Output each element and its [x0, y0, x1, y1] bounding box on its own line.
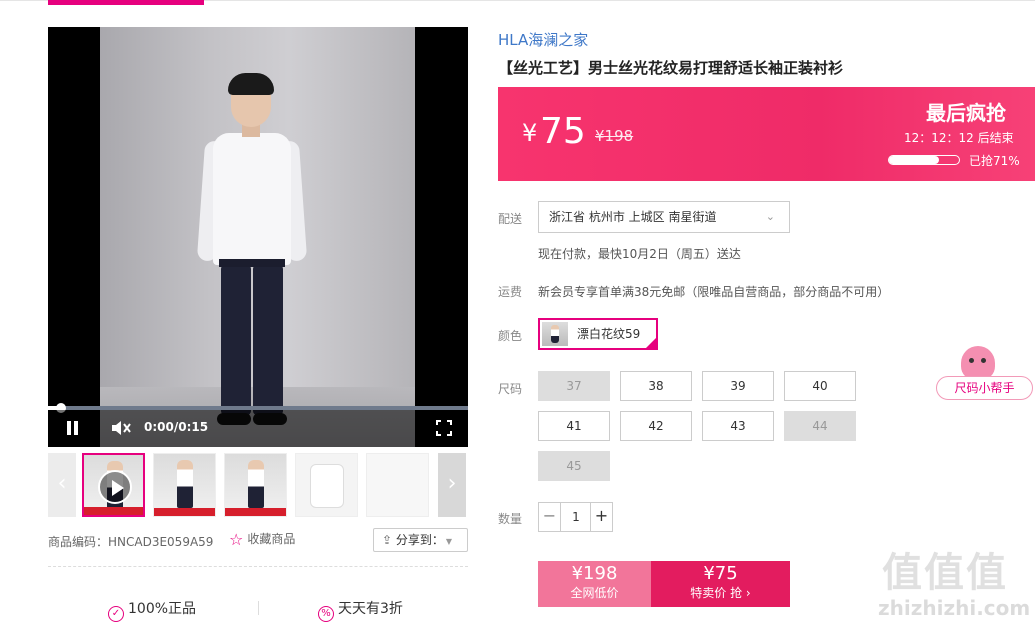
decrement-button[interactable]: − — [539, 503, 561, 531]
size-option-43[interactable]: 43 — [702, 411, 774, 441]
video-time: 0:00/0:15 — [144, 420, 209, 434]
size-option-44: 44 — [784, 411, 856, 441]
address-value: 浙江省 杭州市 上城区 南星街道 — [549, 210, 717, 224]
thumbnail-video[interactable] — [82, 453, 145, 517]
size-option-42[interactable]: 42 — [620, 411, 692, 441]
mascot-icon — [961, 346, 995, 380]
chevron-down-icon: ⌄ — [765, 210, 775, 223]
share-icon: ⇪ — [382, 533, 393, 547]
product-code: 商品编码：HNCAD3E059A59 — [48, 535, 214, 549]
favorite-label: 收藏商品 — [247, 532, 296, 546]
size-label: 尺码 — [498, 382, 523, 396]
size-option-38[interactable]: 38 — [620, 371, 692, 401]
thumbnail-image[interactable] — [153, 453, 216, 517]
quantity-value[interactable]: 1 — [562, 503, 590, 531]
brand-link[interactable]: HLA海澜之家 — [498, 29, 588, 50]
delivery-label: 配送 — [498, 212, 523, 226]
thumbnail-image[interactable] — [224, 453, 287, 517]
product-title: 【丝光工艺】男士丝光花纹易打理舒适长袖正装衬衫 — [498, 59, 844, 77]
delivery-eta: 现在付款，最快10月2日（周五）送达 — [538, 247, 741, 261]
sold-progress-fill — [889, 156, 939, 164]
shipping-label: 运费 — [498, 285, 523, 299]
star-icon: ☆ — [229, 530, 244, 549]
discount-icon: % — [318, 606, 334, 622]
color-swatch — [542, 322, 568, 346]
sale-price-label: 特卖价 抢 › — [690, 586, 751, 600]
color-name: 漂白花纹59 — [577, 327, 641, 341]
countdown-timer: 12：12：12 后结束 — [904, 131, 1014, 145]
size-option-41[interactable]: 41 — [538, 411, 610, 441]
market-price-button[interactable]: ¥198 全网低价 — [538, 561, 651, 607]
buy-now-button[interactable]: ¥75 特卖价 抢 › — [651, 561, 790, 607]
divider — [48, 566, 468, 567]
shipping-info: 新会员专享首单满38元免邮（限唯品自营商品，部分商品不可用） — [538, 285, 890, 299]
play-icon — [98, 470, 132, 504]
pause-icon[interactable] — [66, 421, 80, 435]
size-option-40[interactable]: 40 — [784, 371, 856, 401]
chevron-right-icon[interactable]: › — [438, 453, 466, 517]
share-label: 分享到： — [395, 533, 444, 547]
thumbnail-strip: ‹ › — [48, 453, 468, 519]
guarantee-label: 100%正品 — [128, 601, 197, 617]
price-banner: ¥ 75 ¥198 最后疯抢 12：12：12 后结束 已抢71% — [498, 87, 1035, 181]
color-label: 颜色 — [498, 329, 523, 343]
original-price: ¥198 — [595, 127, 634, 145]
market-price-label: 全网低价 — [570, 586, 619, 600]
address-select[interactable]: 浙江省 杭州市 上城区 南星街道 ⌄ — [538, 201, 790, 233]
market-price: ¥198 — [571, 563, 618, 584]
checkmark-icon — [644, 336, 658, 350]
favorite-button[interactable]: ☆ 收藏商品 — [229, 530, 295, 549]
increment-button[interactable]: + — [590, 503, 612, 531]
quantity-stepper: − 1 + — [538, 502, 613, 532]
guarantee-discount: % 天天有3折 — [318, 598, 403, 622]
watermark-logo: 值值值 — [882, 550, 1008, 596]
chevron-left-icon[interactable]: ‹ — [48, 453, 76, 517]
flash-sale-title: 最后疯抢 — [926, 101, 1006, 125]
thumbnail-image[interactable] — [366, 453, 429, 517]
currency-symbol: ¥ — [522, 119, 538, 147]
size-option-45: 45 — [538, 451, 610, 481]
share-dropdown[interactable]: ⇪ 分享到： ▼ — [373, 528, 468, 552]
sold-percentage: 已抢71% — [969, 154, 1020, 168]
current-price: 75 — [540, 111, 586, 152]
mute-icon[interactable] — [110, 418, 132, 438]
sale-price: ¥75 — [703, 563, 738, 584]
size-option-39[interactable]: 39 — [702, 371, 774, 401]
model-image — [195, 73, 315, 435]
sold-progress-bar — [888, 155, 960, 165]
quantity-label: 数量 — [498, 512, 523, 526]
shield-icon: ✓ — [108, 606, 124, 622]
guarantee-label: 天天有3折 — [338, 601, 403, 617]
color-option-selected[interactable]: 漂白花纹59 — [538, 318, 658, 350]
size-option-37: 37 — [538, 371, 610, 401]
video-frame — [100, 27, 415, 447]
active-tab-indicator — [48, 0, 204, 5]
size-helper-button[interactable]: 尺码小帮手 — [936, 376, 1033, 400]
thumbnail-image[interactable] — [295, 453, 358, 517]
product-video-player[interactable]: 0:00/0:15 — [48, 27, 468, 447]
watermark-url: zhizhizhi.com — [878, 596, 1031, 620]
chevron-down-icon: ▼ — [445, 537, 453, 546]
video-controls: 0:00/0:15 — [48, 410, 468, 447]
guarantee-authentic: ✓ 100%正品 — [108, 598, 196, 622]
fullscreen-icon[interactable] — [436, 420, 452, 436]
separator — [258, 601, 259, 615]
